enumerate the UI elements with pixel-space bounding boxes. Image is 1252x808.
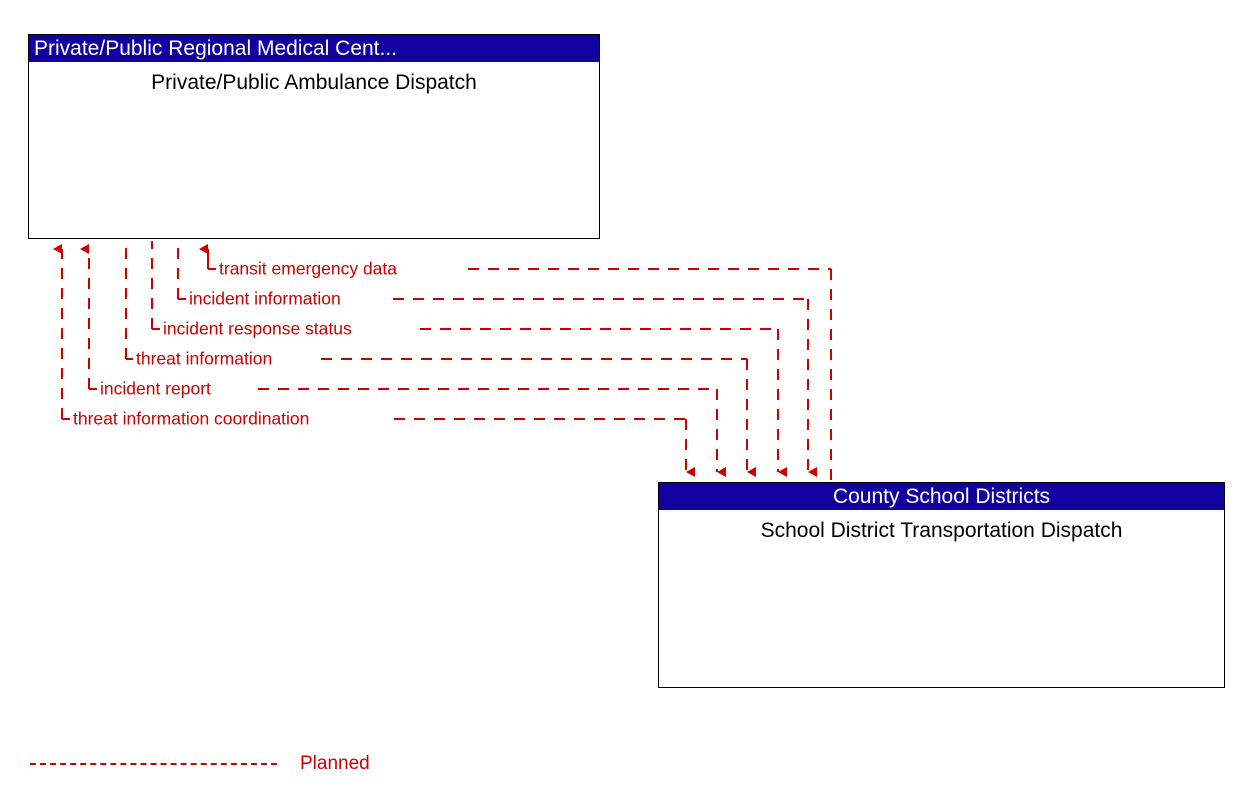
system-box-school-district-transportation-dispatch[interactable]: County School Districts School District … (658, 482, 1225, 688)
stakeholder-header-school: County School Districts (659, 483, 1224, 510)
system-name-ambulance: Private/Public Ambulance Dispatch (151, 71, 477, 94)
flow-label-incident-information[interactable]: incident information (189, 290, 341, 308)
flow-label-incident-report[interactable]: incident report (100, 380, 211, 398)
legend-dashed-line-swatch (30, 763, 277, 765)
system-name-school: School District Transportation Dispatch (760, 519, 1123, 542)
legend: Planned (30, 752, 430, 782)
stakeholder-header-ambulance: Private/Public Regional Medical Cent... (29, 35, 599, 62)
system-box-ambulance-dispatch[interactable]: Private/Public Regional Medical Cent... … (28, 34, 600, 239)
flow-label-incident-response-status[interactable]: incident response status (163, 320, 352, 338)
flow-label-transit-emergency-data[interactable]: transit emergency data (219, 260, 397, 278)
flow-path-transit-emergency-data (199, 244, 832, 482)
flow-label-threat-information[interactable]: threat information (136, 350, 272, 368)
legend-label-planned: Planned (300, 753, 370, 774)
flow-label-threat-information-coordination[interactable]: threat information coordination (73, 410, 309, 428)
